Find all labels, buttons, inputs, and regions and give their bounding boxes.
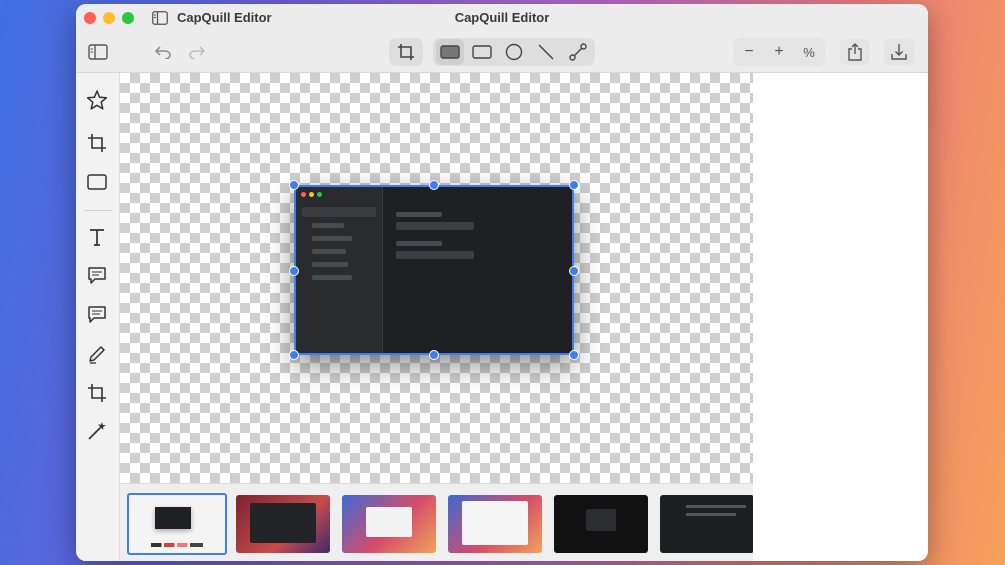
resize-handle-right[interactable] xyxy=(569,266,579,276)
redo-icon xyxy=(189,46,206,59)
thumbnail-dark-settings[interactable] xyxy=(660,495,753,553)
rectangle-sidebar-button[interactable] xyxy=(85,170,109,194)
thumbnail-dark-app[interactable] xyxy=(236,495,330,553)
zoom-out-button[interactable]: − xyxy=(736,39,762,65)
title-bar: CapQuill Editor CapQuill Editor xyxy=(76,4,928,32)
text-tool-button[interactable] xyxy=(85,225,109,249)
thumbnail-dark-dialog[interactable] xyxy=(554,495,648,553)
crop-icon xyxy=(88,384,106,402)
magic-wand-tool-button[interactable] xyxy=(85,419,109,443)
thumbnail-preview xyxy=(686,505,746,508)
window-title: CapQuill Editor xyxy=(454,10,550,25)
crop-tool-button[interactable] xyxy=(392,39,420,65)
thumbnail-preview xyxy=(686,513,736,516)
line-tool-button[interactable] xyxy=(532,39,560,65)
toolbar: − + % xyxy=(76,32,928,73)
image-content-field xyxy=(396,222,474,230)
undo-icon xyxy=(154,46,171,59)
thumbnail-preview xyxy=(250,503,316,543)
thumbnail-preview xyxy=(155,507,191,529)
image-content-label xyxy=(396,212,442,217)
rectangle-icon xyxy=(87,174,107,190)
pen-icon xyxy=(89,346,105,364)
export-button[interactable] xyxy=(884,39,914,65)
image-zoom-dot xyxy=(317,192,322,197)
connector-icon xyxy=(569,43,587,61)
app-window: CapQuill Editor CapQuill Editor − + % xyxy=(76,4,928,561)
undo-button[interactable] xyxy=(150,39,176,65)
comment-icon xyxy=(88,306,106,323)
image-sidebar-row xyxy=(302,207,376,217)
comment-tool-button[interactable] xyxy=(85,303,109,327)
star-icon xyxy=(86,90,108,110)
circle-icon xyxy=(505,43,523,61)
crop-icon xyxy=(398,44,414,60)
rectangle-icon xyxy=(472,45,492,59)
resize-handle-bottom-right[interactable] xyxy=(569,350,579,360)
thumbnail-wallpaper-settings[interactable] xyxy=(448,495,542,553)
pen-tool-button[interactable] xyxy=(85,342,109,366)
tool-sidebar xyxy=(76,73,120,561)
resize-handle-bottom[interactable] xyxy=(429,350,439,360)
image-sidebar-row xyxy=(312,223,344,228)
resize-handle-top-left[interactable] xyxy=(289,180,299,190)
image-close-dot xyxy=(301,192,306,197)
thumbnail-strip xyxy=(151,543,203,547)
rectangle-filled-icon xyxy=(440,45,460,59)
resize-handle-top-right[interactable] xyxy=(569,180,579,190)
connector-tool-button[interactable] xyxy=(564,39,592,65)
image-content-label xyxy=(396,241,442,246)
resize-handle-top[interactable] xyxy=(429,180,439,190)
thumbnail-preview xyxy=(462,501,528,545)
sidebar-toggle-button[interactable] xyxy=(84,39,112,65)
image-sidebar-row xyxy=(312,262,348,267)
thumbnail-preview xyxy=(586,509,616,531)
thumbnail-preview xyxy=(366,507,412,537)
sidebar-toggle-icon xyxy=(88,44,108,60)
rectangle-tool-button[interactable] xyxy=(468,39,496,65)
image-content-field xyxy=(396,251,474,259)
speech-bubble-icon xyxy=(88,267,106,284)
line-icon xyxy=(538,44,554,60)
crop-alt-tool-button[interactable] xyxy=(85,381,109,405)
image-sidebar-row xyxy=(312,275,352,280)
text-icon xyxy=(90,229,104,246)
zoom-percent-button[interactable]: % xyxy=(796,39,822,65)
editing-canvas[interactable] xyxy=(120,73,753,483)
magic-wand-icon xyxy=(88,422,106,440)
favorites-tool-button[interactable] xyxy=(85,88,109,112)
resize-handle-left[interactable] xyxy=(289,266,299,276)
thumbnail-current[interactable] xyxy=(127,493,227,555)
screenshot-image[interactable] xyxy=(294,185,574,355)
circle-tool-button[interactable] xyxy=(500,39,528,65)
crop-sidebar-button[interactable] xyxy=(85,131,109,155)
crop-icon xyxy=(88,134,106,152)
inspector-panel xyxy=(753,73,928,561)
redo-button[interactable] xyxy=(184,39,210,65)
filmstrip xyxy=(120,483,753,561)
share-button[interactable] xyxy=(840,39,870,65)
zoom-in-button[interactable]: + xyxy=(766,39,792,65)
image-minimize-dot xyxy=(309,192,314,197)
sidebar-divider xyxy=(84,210,112,211)
speech-bubble-tool-button[interactable] xyxy=(85,264,109,288)
image-sidebar-row xyxy=(312,249,346,254)
thumbnail-wallpaper-dialog[interactable] xyxy=(342,495,436,553)
export-icon xyxy=(891,44,907,60)
filled-rectangle-tool-button[interactable] xyxy=(436,39,464,65)
resize-handle-bottom-left[interactable] xyxy=(289,350,299,360)
image-sidebar-row xyxy=(312,236,352,241)
share-icon xyxy=(848,43,862,61)
